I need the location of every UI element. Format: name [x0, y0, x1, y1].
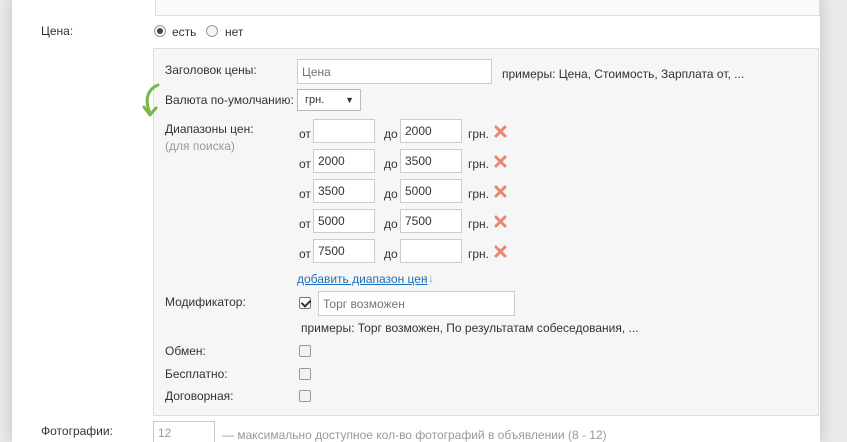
range-to-input[interactable]: [400, 119, 462, 143]
price-no-label[interactable]: нет: [225, 25, 243, 39]
free-checkbox[interactable]: [299, 368, 311, 380]
modifier-label: Модификатор:: [165, 295, 246, 309]
photos-label: Фотографии:: [41, 424, 113, 438]
price-ranges-hint: (для поиска): [165, 139, 235, 153]
range-unit: грн.: [468, 217, 490, 231]
range-to-input[interactable]: [400, 209, 462, 233]
price-no-radio[interactable]: [206, 25, 218, 37]
exchange-label: Обмен:: [165, 344, 206, 358]
price-ranges-label: Диапазоны цен:: [165, 122, 254, 136]
modifier-checkbox[interactable]: [299, 297, 311, 309]
range-to-input[interactable]: [400, 149, 462, 173]
modifier-input[interactable]: [318, 291, 515, 316]
range-from-label: от: [299, 127, 311, 141]
remove-range-icon[interactable]: [494, 245, 507, 258]
range-unit: грн.: [468, 157, 490, 171]
remove-range-icon[interactable]: [494, 215, 507, 228]
range-from-label: от: [299, 187, 311, 201]
arrow-pointer-icon: [142, 83, 160, 117]
photos-hint: — максимально доступное кол-во фотографи…: [222, 428, 607, 442]
range-unit: грн.: [468, 127, 490, 141]
photos-count-input[interactable]: [153, 421, 215, 442]
range-unit: грн.: [468, 187, 490, 201]
chevron-down-icon: ▼: [345, 95, 354, 105]
negotiable-label: Договорная:: [165, 389, 234, 403]
free-label: Бесплатно:: [165, 367, 228, 381]
price-heading-input[interactable]: [297, 59, 492, 84]
range-from-input[interactable]: [313, 179, 375, 203]
price-heading-label: Заголовок цены:: [165, 63, 257, 77]
range-from-label: от: [299, 247, 311, 261]
exchange-checkbox[interactable]: [299, 345, 311, 357]
range-from-label: от: [299, 157, 311, 171]
currency-select[interactable]: грн. ▼: [297, 89, 361, 111]
range-to-label: до: [384, 127, 398, 141]
previous-section-edge: [155, 0, 820, 16]
range-unit: грн.: [468, 247, 490, 261]
range-from-input[interactable]: [313, 119, 375, 143]
currency-label: Валюта по-умолчанию:: [165, 93, 294, 107]
range-from-input[interactable]: [313, 239, 375, 263]
price-yes-label[interactable]: есть: [172, 25, 196, 39]
range-to-input[interactable]: [400, 239, 462, 263]
remove-range-icon[interactable]: [494, 155, 507, 168]
sort-arrows-icon[interactable]: ↑↓: [422, 271, 434, 285]
price-label: Цена:: [41, 24, 74, 38]
range-to-label: до: [384, 157, 398, 171]
add-price-range-link[interactable]: добавить диапазон цен: [297, 272, 428, 286]
range-from-input[interactable]: [313, 149, 375, 173]
range-to-label: до: [384, 187, 398, 201]
negotiable-checkbox[interactable]: [299, 390, 311, 402]
price-heading-examples: примеры: Цена, Стоимость, Зарплата от, .…: [502, 67, 745, 81]
remove-range-icon[interactable]: [494, 185, 507, 198]
remove-range-icon[interactable]: [494, 125, 507, 138]
range-to-label: до: [384, 217, 398, 231]
range-to-input[interactable]: [400, 179, 462, 203]
range-to-label: до: [384, 247, 398, 261]
range-from-label: от: [299, 217, 311, 231]
range-from-input[interactable]: [313, 209, 375, 233]
currency-select-value: грн.: [305, 94, 325, 106]
modifier-examples: примеры: Торг возможен, По результатам с…: [301, 321, 639, 335]
price-yes-radio[interactable]: [154, 25, 166, 37]
